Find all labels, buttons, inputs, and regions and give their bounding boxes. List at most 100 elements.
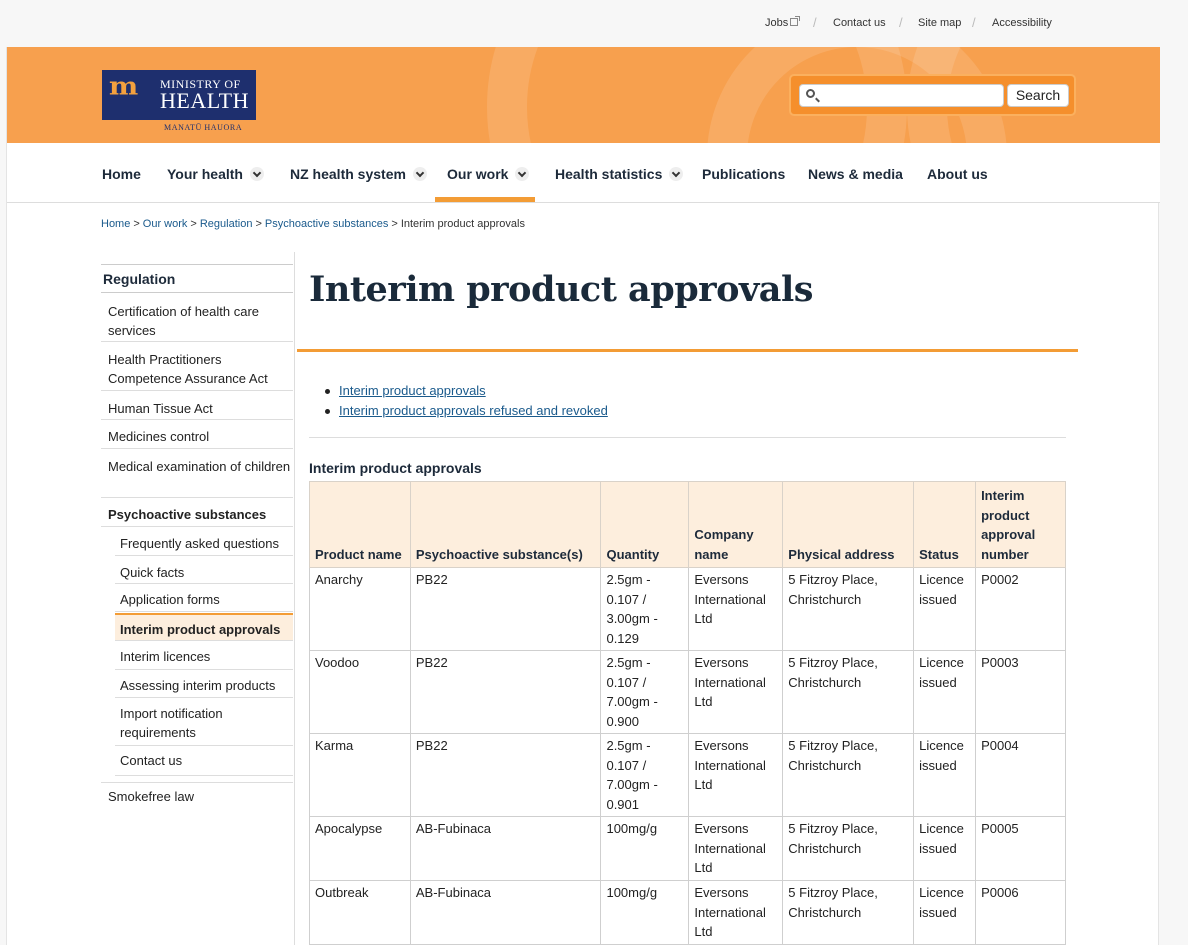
nav-health-statistics[interactable]: Health statistics <box>555 143 684 203</box>
table-cell: Eversons International Ltd <box>688 650 784 734</box>
sidebar-item-assessing-interim-products[interactable]: Assessing interim products <box>115 670 293 698</box>
chevron-down-icon[interactable] <box>515 167 530 181</box>
nav-our-work[interactable]: Our work <box>447 143 530 203</box>
separator: / <box>899 15 903 30</box>
nav-active-indicator <box>435 197 535 202</box>
table-cell: P0003 <box>975 650 1066 734</box>
sidebar-item-contact-us[interactable]: Contact us <box>115 746 293 776</box>
table-cell: Licence issued <box>913 567 977 651</box>
search-input[interactable] <box>820 86 1000 105</box>
table-cell: Licence issued <box>913 733 977 817</box>
sidebar-item-medicines-control[interactable]: Medicines control <box>101 420 293 449</box>
column-header: Quantity <box>600 481 690 568</box>
table-heading: Interim product approvals <box>309 460 482 476</box>
sidebar-item-faq[interactable]: Frequently asked questions <box>115 527 293 556</box>
column-header: Interim product approval number <box>975 481 1066 568</box>
breadcrumb-our-work[interactable]: Our work <box>143 218 188 230</box>
table-cell: 2.5gm - 0.107 / 7.00gm - 0.901 <box>600 733 690 817</box>
table-row: Voodoo PB22 2.5gm - 0.107 / 7.00gm - 0.9… <box>309 650 1066 734</box>
separator: / <box>972 15 976 30</box>
search-button[interactable]: Search <box>1007 84 1069 107</box>
table-cell: 5 Fitzroy Place, Christchurch <box>782 733 915 817</box>
breadcrumb-regulation[interactable]: Regulation <box>200 218 253 230</box>
sidebar-item-import-notification[interactable]: Import notification requirements <box>115 698 293 746</box>
table-cell: 2.5gm - 0.107 / 3.00gm - 0.129 <box>600 567 690 651</box>
sidebar-item-interim-product-approvals[interactable]: Interim product approvals <box>115 613 293 641</box>
sidebar-item-smokefree-law[interactable]: Smokefree law <box>101 782 293 812</box>
sidebar-section-title[interactable]: Regulation <box>101 264 293 293</box>
table-cell: PB22 <box>409 650 602 734</box>
sidebar-item-interim-licences[interactable]: Interim licences <box>115 641 293 670</box>
sidebar-item-application-forms[interactable]: Application forms <box>115 584 293 612</box>
table-cell: P0002 <box>975 567 1066 651</box>
nav-about-us[interactable]: About us <box>927 143 988 203</box>
column-header: Company name <box>688 481 784 568</box>
table-cell: Apocalypse <box>309 816 411 881</box>
table-cell: Licence issued <box>913 880 977 945</box>
sidebar-nav: Regulation Certification of health care … <box>101 252 295 945</box>
sidebar-item-quick-facts[interactable]: Quick facts <box>115 556 293 584</box>
table-cell: PB22 <box>409 567 602 651</box>
main-nav: Home Your health NZ health system Our wo… <box>7 143 1160 203</box>
sidebar-item-medical-examination[interactable]: Medical examination of children <box>101 449 293 498</box>
nav-news-media[interactable]: News & media <box>808 143 903 203</box>
table-cell: 2.5gm - 0.107 / 7.00gm - 0.900 <box>600 650 690 734</box>
section-divider <box>309 437 1066 438</box>
search-field[interactable] <box>799 84 1004 107</box>
accessibility-link[interactable]: Accessibility <box>992 17 1052 29</box>
logo-text-line2: HEALTH <box>160 88 249 113</box>
table-cell: P0005 <box>975 816 1066 881</box>
contact-us-link[interactable]: Contact us <box>833 17 886 29</box>
table-row: Karma PB22 2.5gm - 0.107 / 7.00gm - 0.90… <box>309 733 1066 817</box>
column-header: Status <box>913 481 977 568</box>
approvals-table: Product name Psychoactive substance(s) Q… <box>309 481 1066 945</box>
sidebar-item-hpca-act[interactable]: Health Practitioners Competence Assuranc… <box>101 342 293 391</box>
table-cell: Licence issued <box>913 816 977 881</box>
table-cell: P0006 <box>975 880 1066 945</box>
table-cell: 5 Fitzroy Place, Christchurch <box>782 650 915 734</box>
nav-your-health[interactable]: Your health <box>167 143 264 203</box>
table-cell: 100mg/g <box>600 816 690 881</box>
breadcrumb: Home > Our work > Regulation > Psychoactive su… <box>101 218 525 230</box>
column-header: Product name <box>309 481 411 568</box>
table-cell: PB22 <box>409 733 602 817</box>
table-cell: Eversons International Ltd <box>688 816 784 881</box>
column-header: Psychoactive substance(s) <box>409 481 602 568</box>
nav-home[interactable]: Home <box>102 143 141 203</box>
title-divider <box>297 349 1078 352</box>
table-cell: 5 Fitzroy Place, Christchurch <box>782 816 915 881</box>
breadcrumb-home[interactable]: Home <box>101 218 130 230</box>
table-header-row: Product name Psychoactive substance(s) Q… <box>309 481 1066 568</box>
chevron-down-icon[interactable] <box>249 167 264 181</box>
page-container: ᵐ MINISTRY OF HEALTH MANATŪ HAUORA Searc… <box>6 47 1160 945</box>
table-cell: AB-Fubinaca <box>409 880 602 945</box>
table-cell: Eversons International Ltd <box>688 880 784 945</box>
table-cell: Anarchy <box>309 567 411 651</box>
table-row: Outbreak AB-Fubinaca 100mg/g Eversons In… <box>309 880 1066 945</box>
separator: / <box>813 15 817 30</box>
breadcrumb-psychoactive-substances[interactable]: Psychoactive substances <box>265 218 389 230</box>
column-header: Physical address <box>782 481 915 568</box>
nav-publications[interactable]: Publications <box>702 143 785 203</box>
chevron-down-icon[interactable] <box>669 167 684 181</box>
toc-link-approvals[interactable]: Interim product approvals <box>339 383 486 398</box>
table-cell: Eversons International Ltd <box>688 567 784 651</box>
ministry-of-health-logo[interactable]: ᵐ MINISTRY OF HEALTH <box>102 70 256 120</box>
sidebar-item-human-tissue-act[interactable]: Human Tissue Act <box>101 391 293 420</box>
breadcrumb-current: Interim product approvals <box>400 218 525 230</box>
list-item: Interim product approvals <box>325 381 608 401</box>
table-cell: 100mg/g <box>600 880 690 945</box>
chevron-down-icon[interactable] <box>412 167 427 181</box>
logo-mark-icon: ᵐ <box>108 69 141 120</box>
table-cell: 5 Fitzroy Place, Christchurch <box>782 880 915 945</box>
sidebar-item-certification[interactable]: Certification of health care services <box>101 293 293 342</box>
jobs-link[interactable]: Jobs <box>765 16 801 29</box>
table-row: Anarchy PB22 2.5gm - 0.107 / 3.00gm - 0.… <box>309 567 1066 651</box>
nav-nz-health-system[interactable]: NZ health system <box>290 143 427 203</box>
sidebar-item-psychoactive-substances[interactable]: Psychoactive substances <box>101 498 293 527</box>
site-map-link[interactable]: Site map <box>918 17 961 29</box>
table-cell: Outbreak <box>309 880 411 945</box>
toc-link-refused-revoked[interactable]: Interim product approvals refused and re… <box>339 403 608 418</box>
table-cell: Karma <box>309 733 411 817</box>
table-cell: Eversons International Ltd <box>688 733 784 817</box>
